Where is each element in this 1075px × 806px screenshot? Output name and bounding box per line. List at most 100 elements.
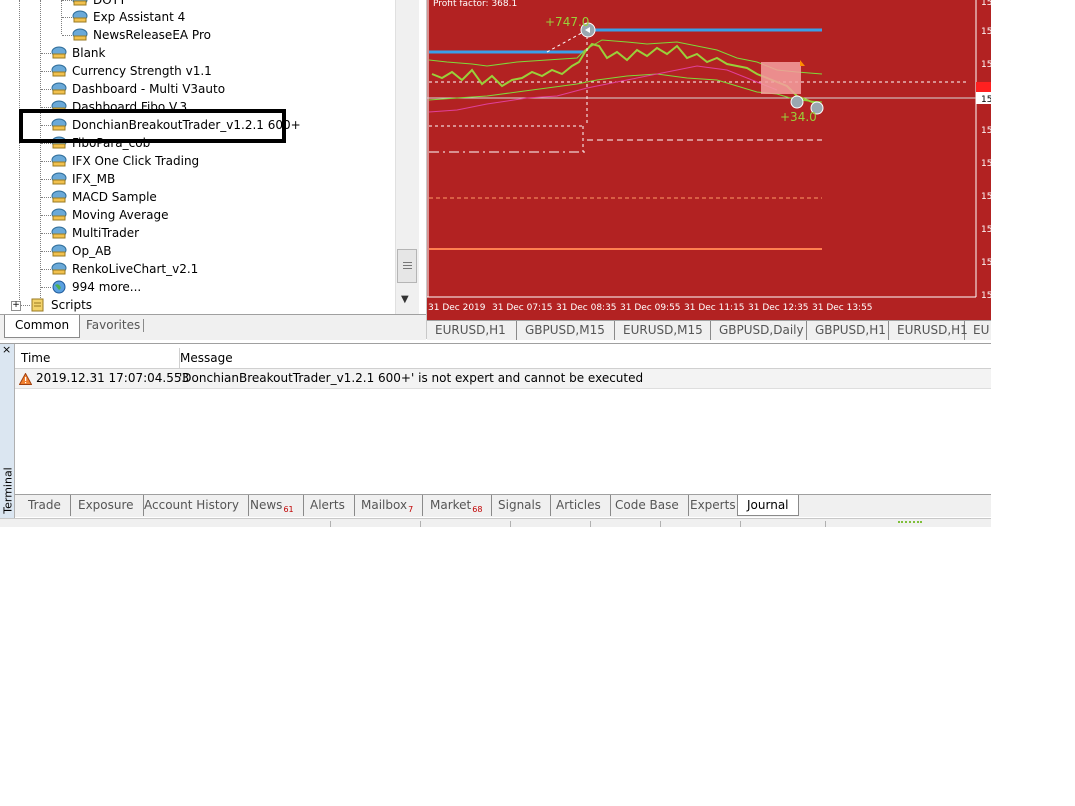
status-separator [590, 521, 591, 527]
tab-label: News [250, 498, 283, 512]
status-bar [0, 518, 991, 527]
chart-tab[interactable]: GBPUSD,Daily [711, 321, 807, 340]
column-header-time[interactable]: Time [15, 348, 180, 368]
terminal-label: Terminal [1, 467, 15, 514]
chart-tab[interactable]: GBPUSD,M15 [517, 321, 615, 340]
price-tick: 15 [981, 95, 991, 105]
tab-journal[interactable]: Journal [737, 495, 799, 516]
chart-tab[interactable]: EURUSD,H1 [889, 321, 968, 340]
tree-item-label: Dashboard - Multi V3auto [72, 82, 226, 96]
tab-favorites[interactable]: Favorites [76, 315, 150, 337]
tab-label: Trade [28, 498, 61, 512]
warning-icon [19, 373, 32, 385]
price-tick: 15 [981, 60, 991, 70]
tree-item-label: Blank [72, 46, 106, 60]
time-tick: 31 Dec 08:35 [556, 303, 617, 313]
time-tick: 31 Dec 12:35 [748, 303, 809, 313]
tab-news[interactable]: News61 [241, 495, 304, 516]
scroll-down-arrow-icon[interactable]: ▼ [401, 294, 409, 305]
channel-magenta [428, 65, 778, 113]
navigator-tree: DOTT Exp Assistant 4 NewsReleaseEA Pro B… [0, 0, 394, 314]
navigator-panel: DOTT Exp Assistant 4 NewsReleaseEA Pro B… [0, 0, 427, 340]
expert-advisor-icon [51, 262, 67, 275]
arrow-marker-icon [800, 60, 805, 66]
chart-tab[interactable]: EURUSD,M15 [615, 321, 711, 340]
price-tick: 15 [981, 225, 991, 235]
expert-advisor-icon [51, 82, 67, 95]
expert-advisor-icon [51, 208, 67, 221]
tab-label: Code Base [615, 498, 679, 512]
tab-trade[interactable]: Trade [19, 495, 71, 516]
tab-exposure[interactable]: Exposure [69, 495, 144, 516]
time-tick: 31 Dec 13:55 [812, 303, 873, 313]
trade-profit-label: +747.0 [545, 15, 589, 29]
chart-tab[interactable]: GBPUSD,H1 [807, 321, 889, 340]
tree-line [19, 0, 20, 306]
highlight-annotation-box [19, 109, 286, 143]
chart-window-tabs: EURUSD,H1 GBPUSD,M15 EURUSD,M15 GBPUSD,D… [427, 320, 991, 340]
price-tick: 15 [981, 27, 991, 37]
expert-advisor-icon [51, 226, 67, 239]
price-tick: 15 [981, 258, 991, 268]
tab-mailbox[interactable]: Mailbox7 [352, 495, 424, 516]
chart-tab[interactable]: EU [965, 321, 991, 340]
time-tick: 31 Dec 2019 [428, 303, 486, 313]
navigator-scrollbar[interactable]: ▼ [395, 0, 419, 314]
tab-label: Journal [747, 498, 789, 512]
terminal-tabs: Trade Exposure Account History News61 Al… [15, 494, 991, 517]
tab-common[interactable]: Common [4, 315, 81, 338]
expert-advisor-icon [51, 154, 67, 167]
tree-item-label: Currency Strength v1.1 [72, 64, 212, 78]
tab-label: Experts [690, 498, 736, 512]
tree-item-label: Moving Average [72, 208, 169, 222]
tab-experts[interactable]: Experts [681, 495, 746, 516]
expert-advisor-icon [51, 190, 67, 203]
navigator-tabs: Common Favorites [0, 314, 426, 340]
tab-alerts[interactable]: Alerts [301, 495, 355, 516]
tree-line [40, 0, 41, 306]
time-tick: 31 Dec 07:15 [492, 303, 553, 313]
expert-advisor-icon [51, 46, 67, 59]
tree-item-label: MultiTrader [72, 226, 140, 240]
status-separator [825, 521, 826, 527]
connection-indicator-icon [898, 521, 922, 523]
status-separator [740, 521, 741, 527]
status-separator [510, 521, 511, 527]
tree-item-label: RenkoLiveChart_v2.1 [72, 262, 199, 276]
price-chart[interactable]: Profit factor: 368.1 +747.0 +34.0 15 15 … [427, 0, 991, 320]
table-row[interactable]: 2019.12.31 17:07:04.553 'DonchianBreakou… [15, 369, 991, 389]
time-scale: 31 Dec 2019 31 Dec 07:15 31 Dec 08:35 31… [428, 303, 873, 313]
expert-advisor-icon [72, 0, 88, 6]
status-separator [420, 521, 421, 527]
tree-item-label: MACD Sample [72, 190, 157, 204]
tab-separator [143, 319, 144, 332]
price-tick: 15 [981, 192, 991, 202]
chart-canvas: Profit factor: 368.1 +747.0 +34.0 15 15 … [427, 0, 991, 313]
news-count-badge: 61 [283, 505, 294, 514]
tree-item-label: Exp Assistant 4 [93, 10, 186, 24]
terminal-panel: × Terminal Time Message 2019.12.31 17:07… [0, 343, 991, 519]
tree-item-label: NewsReleaseEA Pro [93, 28, 211, 42]
status-separator [330, 521, 331, 527]
journal-table-header: Time Message [15, 348, 991, 369]
tab-label: Signals [498, 498, 542, 512]
row-message: 'DonchianBreakoutTrader_v1.2.1 600+' is … [179, 371, 644, 385]
price-tick: 15 [981, 291, 991, 301]
tab-code-base[interactable]: Code Base [606, 495, 689, 516]
chart-tab[interactable]: EURUSD,H1 [427, 321, 517, 340]
expert-advisor-icon [72, 10, 88, 23]
expand-icon[interactable]: + [11, 301, 21, 311]
tab-market[interactable]: Market68 [421, 495, 493, 516]
scrollbar-thumb[interactable] [397, 249, 417, 283]
profit-factor-label: Profit factor: 368.1 [433, 0, 517, 9]
tab-label: Account History [144, 498, 239, 512]
tab-articles[interactable]: Articles [547, 495, 611, 516]
close-icon[interactable]: × [2, 344, 11, 356]
tab-label: Alerts [310, 498, 345, 512]
tab-account-history[interactable]: Account History [135, 495, 249, 516]
globe-icon [52, 280, 66, 294]
tab-signals[interactable]: Signals [489, 495, 552, 516]
time-tick: 31 Dec 11:15 [684, 303, 745, 313]
column-header-message[interactable]: Message [174, 348, 233, 368]
tree-item-label: Op_AB [72, 244, 112, 258]
